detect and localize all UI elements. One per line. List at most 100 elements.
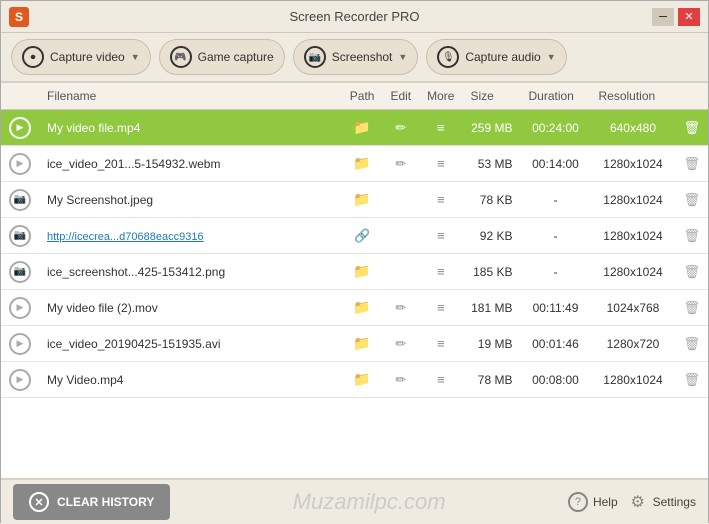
row-path-icon[interactable]: 📁 [342, 362, 383, 398]
help-button[interactable]: ? Help [568, 492, 618, 512]
row-filename: ice_video_201...5-154932.webm [39, 146, 342, 182]
menu-icon[interactable]: ≡ [437, 228, 445, 243]
col-header-resolution: Resolution [590, 83, 675, 110]
capture-audio-button[interactable]: 🎙 Capture audio ▼ [426, 39, 566, 75]
row-more-icon[interactable]: ≡ [419, 326, 462, 362]
row-size: 92 KB [462, 218, 520, 254]
row-path-icon[interactable]: 📁 [342, 146, 383, 182]
row-edit-icon[interactable]: ✏ [382, 290, 419, 326]
delete-icon[interactable]: 🗑 [683, 228, 700, 243]
folder-icon[interactable]: 📁 [353, 263, 370, 279]
menu-icon[interactable]: ≡ [437, 300, 445, 315]
folder-icon[interactable]: 📁 [353, 299, 370, 315]
row-delete-button[interactable]: 🗑 [675, 218, 708, 254]
file-list-container[interactable]: Filename Path Edit More Size Duration Re… [1, 83, 708, 478]
row-edit-icon[interactable]: ✏ [382, 326, 419, 362]
clear-history-label: CLEAR HISTORY [57, 495, 154, 509]
game-capture-button[interactable]: 🎮 Game capture [159, 39, 285, 75]
row-edit-icon[interactable]: ✏ [382, 362, 419, 398]
menu-icon[interactable]: ≡ [437, 264, 445, 279]
screenshot-button[interactable]: 📷 Screenshot ▼ [293, 39, 419, 75]
row-delete-button[interactable]: 🗑 [675, 182, 708, 218]
row-delete-button[interactable]: 🗑 [675, 146, 708, 182]
table-row[interactable]: ▶ice_video_20190425-151935.avi📁✏≡19 MB00… [1, 326, 708, 362]
menu-icon[interactable]: ≡ [437, 120, 445, 135]
play-icon[interactable]: ▶ [9, 333, 31, 355]
play-icon[interactable]: ▶ [9, 117, 31, 139]
row-more-icon[interactable]: ≡ [419, 290, 462, 326]
row-delete-button[interactable]: 🗑 [675, 254, 708, 290]
delete-icon[interactable]: 🗑 [683, 264, 700, 279]
delete-icon[interactable]: 🗑 [683, 336, 700, 351]
row-duration: - [520, 182, 590, 218]
row-path-icon[interactable]: 📁 [342, 326, 383, 362]
link-icon[interactable]: 🔗 [354, 228, 370, 243]
folder-icon[interactable]: 📁 [353, 191, 370, 207]
edit-icon[interactable]: ✏ [395, 336, 406, 351]
row-more-icon[interactable]: ≡ [419, 254, 462, 290]
edit-icon[interactable]: ✏ [395, 120, 406, 135]
row-delete-button[interactable]: 🗑 [675, 362, 708, 398]
row-more-icon[interactable]: ≡ [419, 146, 462, 182]
row-type-icon: ▶ [1, 326, 39, 362]
row-edit-icon[interactable]: ✏ [382, 110, 419, 146]
row-path-icon[interactable]: 📁 [342, 290, 383, 326]
capture-video-button[interactable]: ⏺ Capture video ▼ [11, 39, 151, 75]
folder-icon[interactable]: 📁 [353, 119, 370, 135]
delete-icon[interactable]: 🗑 [683, 156, 700, 171]
row-path-icon[interactable]: 📁 [342, 182, 383, 218]
edit-icon[interactable]: ✏ [395, 300, 406, 315]
row-type-icon: 📷 [1, 218, 39, 254]
play-icon[interactable]: ▶ [9, 153, 31, 175]
folder-icon[interactable]: 📁 [353, 155, 370, 171]
play-icon[interactable]: ▶ [9, 369, 31, 391]
row-edit-icon[interactable]: ✏ [382, 146, 419, 182]
menu-icon[interactable]: ≡ [437, 336, 445, 351]
file-table: Filename Path Edit More Size Duration Re… [1, 83, 708, 398]
row-filename: ice_video_20190425-151935.avi [39, 326, 342, 362]
delete-icon[interactable]: 🗑 [683, 372, 700, 387]
row-size: 78 MB [462, 362, 520, 398]
edit-icon[interactable]: ✏ [395, 156, 406, 171]
delete-icon[interactable]: 🗑 [683, 300, 700, 315]
table-row[interactable]: ▶ice_video_201...5-154932.webm📁✏≡53 MB00… [1, 146, 708, 182]
row-delete-button[interactable]: 🗑 [675, 290, 708, 326]
row-duration: 00:01:46 [520, 326, 590, 362]
row-delete-button[interactable]: 🗑 [675, 110, 708, 146]
edit-icon[interactable]: ✏ [395, 372, 406, 387]
row-more-icon[interactable]: ≡ [419, 110, 462, 146]
table-row[interactable]: ▶My video file (2).mov📁✏≡181 MB00:11:491… [1, 290, 708, 326]
col-header-delete [675, 83, 708, 110]
table-row[interactable]: ▶My Video.mp4📁✏≡78 MB00:08:001280x1024🗑 [1, 362, 708, 398]
row-duration: 00:24:00 [520, 110, 590, 146]
row-filename[interactable]: http://icecrea...d70688eacc9316 [39, 218, 342, 254]
play-icon[interactable]: ▶ [9, 297, 31, 319]
row-delete-button[interactable]: 🗑 [675, 326, 708, 362]
row-resolution: 1280x1024 [590, 182, 675, 218]
table-row[interactable]: 📷http://icecrea...d70688eacc9316🔗≡92 KB-… [1, 218, 708, 254]
row-path-icon[interactable]: 📁 [342, 254, 383, 290]
table-row[interactable]: 📷ice_screenshot...425-153412.png📁≡185 KB… [1, 254, 708, 290]
menu-icon[interactable]: ≡ [437, 192, 445, 207]
folder-icon[interactable]: 📁 [353, 335, 370, 351]
screenshot-icon: 📷 [304, 46, 326, 68]
row-path-icon[interactable]: 🔗 [342, 218, 383, 254]
close-button[interactable]: ✕ [678, 8, 700, 26]
delete-icon[interactable]: 🗑 [683, 120, 700, 135]
menu-icon[interactable]: ≡ [437, 372, 445, 387]
clear-history-button[interactable]: ✕ CLEAR HISTORY [13, 484, 170, 520]
watermark: Muzamilpc.com [293, 489, 446, 515]
footer: ✕ CLEAR HISTORY Muzamilpc.com ? Help ⚙ S… [1, 478, 708, 524]
row-path-icon[interactable]: 📁 [342, 110, 383, 146]
table-row[interactable]: 📷My Screenshot.jpeg📁≡78 KB-1280x1024🗑 [1, 182, 708, 218]
row-more-icon[interactable]: ≡ [419, 218, 462, 254]
settings-button[interactable]: ⚙ Settings [628, 492, 696, 512]
table-row[interactable]: ▶My video file.mp4📁✏≡259 MB00:24:00640x4… [1, 110, 708, 146]
main-content: Filename Path Edit More Size Duration Re… [1, 83, 708, 478]
row-more-icon[interactable]: ≡ [419, 362, 462, 398]
delete-icon[interactable]: 🗑 [683, 192, 700, 207]
row-more-icon[interactable]: ≡ [419, 182, 462, 218]
minimize-button[interactable]: ─ [652, 8, 674, 26]
menu-icon[interactable]: ≡ [437, 156, 445, 171]
folder-icon[interactable]: 📁 [353, 371, 370, 387]
